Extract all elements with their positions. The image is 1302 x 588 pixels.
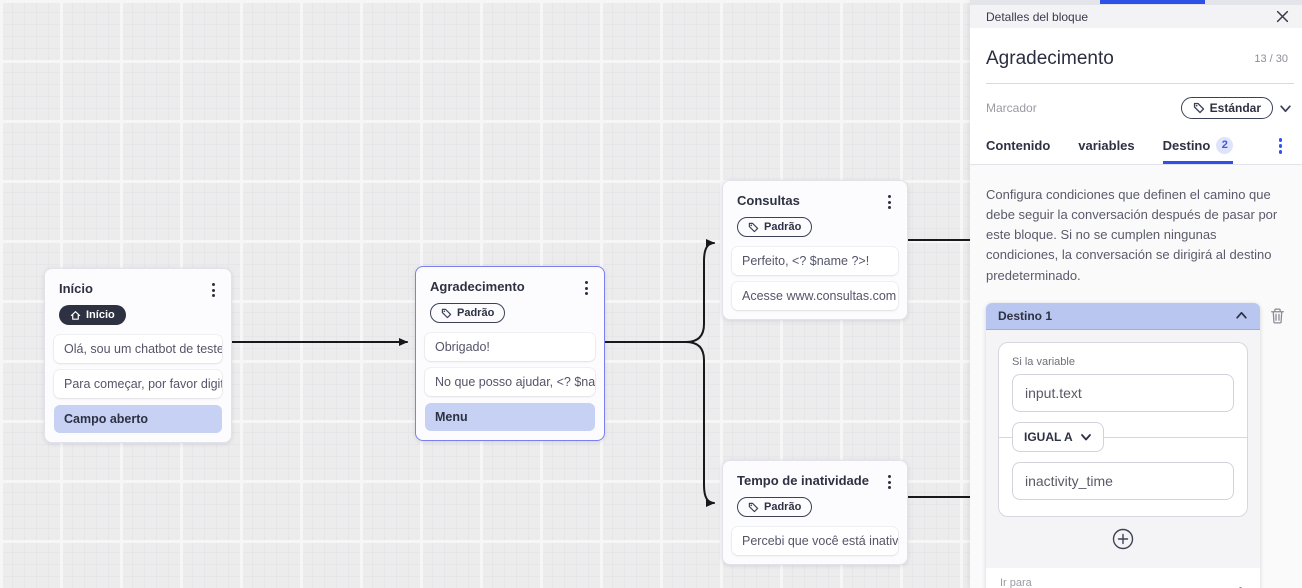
node-agradecimento-message-2[interactable]: No que posso ajudar, <? $name ... [425, 367, 595, 396]
add-condition-icon[interactable] [1112, 528, 1134, 550]
panel-top-strip [970, 0, 1302, 5]
close-icon[interactable] [1276, 10, 1289, 23]
node-consultas-message-1[interactable]: Perfeito, <? $name ?>! [732, 246, 898, 275]
node-tempo-title: Tempo de inatividade [737, 473, 869, 488]
panel-title: Detalles del bloque [986, 9, 1089, 24]
block-details-panel: Detalles del bloque Agradecimento 13 / 3… [970, 0, 1302, 588]
node-agradecimento[interactable]: Agradecimento Padrão Obrigado! No que po… [415, 266, 605, 441]
node-tempo-inatividade[interactable]: Tempo de inatividade Padrão Percebi que … [722, 460, 908, 565]
node-inicio-badge: Início [59, 305, 126, 325]
chevron-up-icon[interactable] [1235, 309, 1248, 322]
compare-value-input[interactable] [1012, 461, 1234, 500]
tab-destino[interactable]: Destino 2 [1162, 128, 1234, 164]
destino-description: Configura condiciones que definen el cam… [986, 187, 1278, 283]
condition-group: Si la variable IGUAL A [998, 341, 1248, 517]
marcador-label: Marcador [986, 101, 1037, 115]
marcador-select[interactable]: Estándar [1180, 97, 1292, 119]
node-inicio-menu-icon[interactable] [208, 281, 219, 299]
operator-select[interactable]: IGUAL A [1012, 421, 1104, 452]
node-inicio-title: Início [59, 281, 93, 296]
destino-count-badge: 2 [1216, 137, 1234, 154]
node-inicio-message-2[interactable]: Para começar, por favor digite o ... [54, 369, 222, 398]
tag-icon [748, 502, 759, 512]
destino-1-header[interactable]: Destino 1 [986, 302, 1260, 330]
node-consultas-badge: Padrão [737, 217, 813, 237]
node-agradecimento-message-1[interactable]: Obrigado! [425, 332, 595, 361]
active-tab-indicator-partial [1100, 0, 1205, 4]
node-tempo-badge: Padrão [737, 497, 813, 517]
tag-icon [1193, 102, 1204, 114]
delete-destino-icon[interactable] [1269, 303, 1286, 325]
node-inicio-open-field[interactable]: Campo aberto [54, 404, 222, 433]
condition-label: Si la variable [1012, 355, 1075, 368]
node-consultas-menu-icon[interactable] [884, 193, 895, 211]
connector-agradecimento-tempo [685, 341, 715, 507]
node-agradecimento-menu-item[interactable]: Menu [425, 402, 595, 431]
node-consultas-title: Consultas [737, 193, 800, 208]
ir-para-section[interactable]: Ir para Falta del tiempo [986, 567, 1260, 588]
chevron-down-icon [1080, 433, 1091, 441]
home-icon [70, 310, 81, 320]
node-agradecimento-title: Agradecimento [430, 279, 525, 294]
variable-input[interactable] [1012, 373, 1234, 412]
tag-icon [441, 308, 452, 318]
node-consultas[interactable]: Consultas Padrão Perfeito, <? $name ?>! … [722, 180, 908, 320]
tab-variables[interactable]: variables [1078, 129, 1134, 163]
chevron-down-icon[interactable] [1279, 102, 1292, 115]
block-name[interactable]: Agradecimento [986, 48, 1114, 70]
flow-builder-app: Início Início Olá, sou um chatbot de tes… [0, 0, 1302, 588]
tag-icon [748, 222, 759, 232]
tabs-more-menu-icon[interactable] [1275, 136, 1287, 156]
connector-agradecimento-consultas [685, 239, 715, 343]
destino-1-card: Destino 1 Si la variable IGUAL A [986, 302, 1260, 588]
node-inicio[interactable]: Início Início Olá, sou um chatbot de tes… [44, 268, 232, 443]
node-agradecimento-menu-icon[interactable] [581, 279, 592, 297]
marcador-value-pill[interactable]: Estándar [1180, 97, 1273, 119]
ir-para-label: Ir para [1000, 576, 1032, 588]
node-inicio-message-1[interactable]: Olá, sou um chatbot de teste! [54, 334, 222, 363]
tab-contenido[interactable]: Contenido [986, 129, 1050, 163]
char-counter: 13 / 30 [1254, 53, 1288, 65]
node-consultas-message-2[interactable]: Acesse www.consultas.com par... [732, 281, 898, 310]
node-tempo-menu-icon[interactable] [884, 473, 895, 491]
node-agradecimento-badge: Padrão [430, 303, 506, 323]
node-tempo-message-1[interactable]: Percebi que você está inativo. C... [732, 526, 898, 555]
